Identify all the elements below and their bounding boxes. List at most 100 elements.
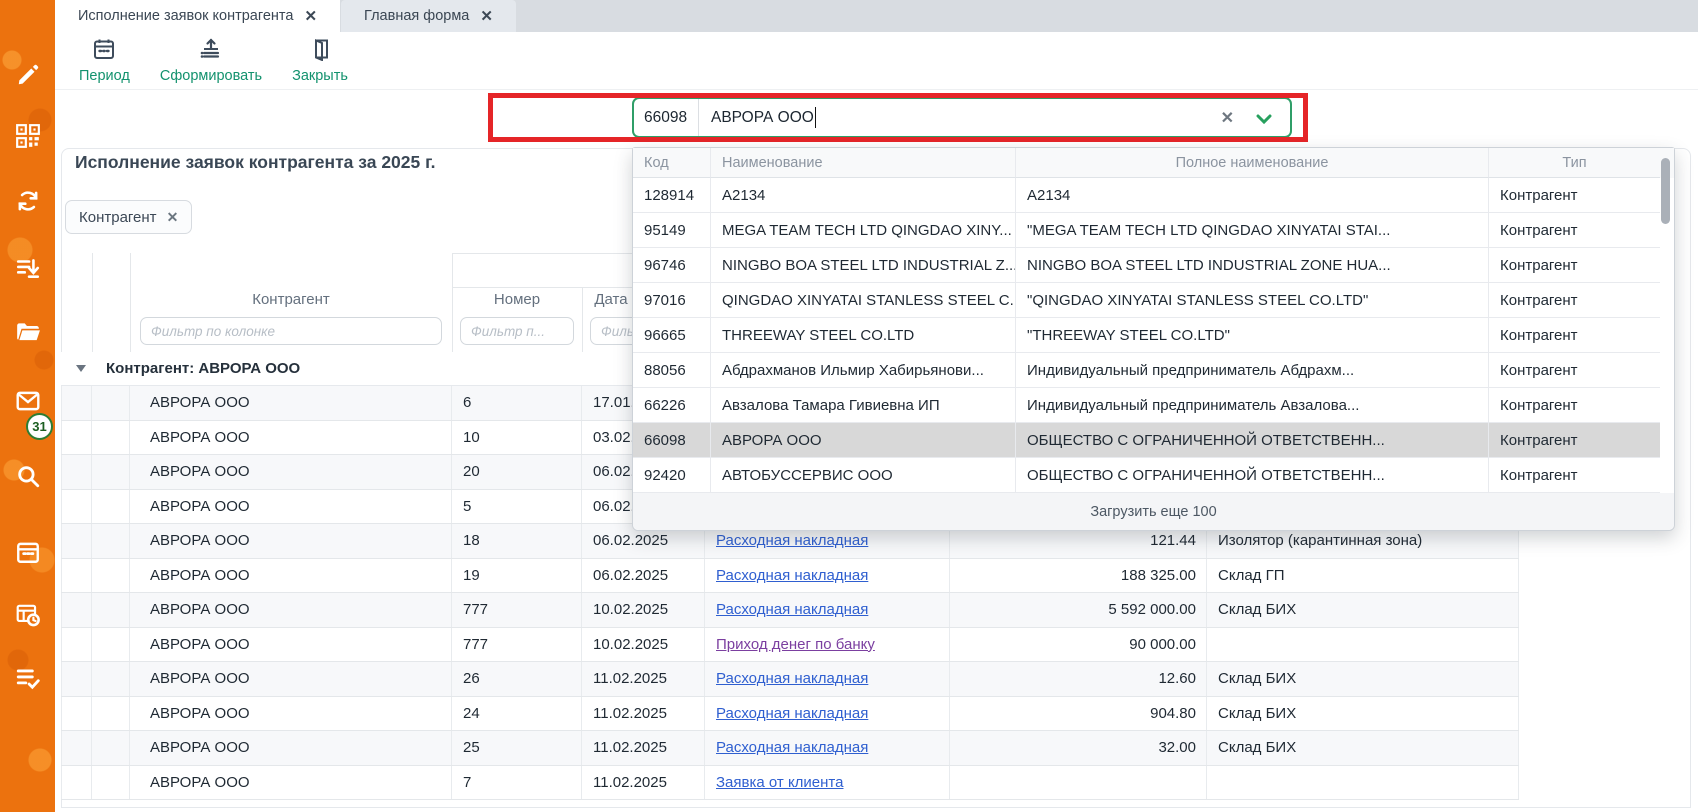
cell-counterparty: АВРОРА ООО [130, 559, 452, 593]
cell-date: 11.02.2025 [582, 662, 705, 696]
qr-code-icon[interactable] [15, 123, 41, 149]
cell-amount: 90 000.00 [950, 628, 1207, 662]
cell-warehouse: Склад БИХ [1207, 731, 1519, 765]
generate-icon [199, 37, 223, 66]
list-export-icon[interactable] [15, 255, 41, 281]
cell-counterparty: АВРОРА ООО [130, 421, 452, 455]
cell-counterparty: АВРОРА ООО [130, 593, 452, 627]
column-header-counterparty[interactable]: Контрагент [130, 291, 452, 308]
cell-amount [950, 766, 1207, 800]
cell-warehouse: Склад БИХ [1207, 662, 1519, 696]
cell-warehouse: Склад БИХ [1207, 593, 1519, 627]
number-filter-field[interactable] [460, 317, 574, 345]
tab-close-icon[interactable]: ✕ [480, 7, 493, 25]
cell-number: 7 [452, 766, 582, 800]
dropdown-row[interactable]: 88056Абдрахманов Ильмир Хабирьянови...Ин… [633, 353, 1674, 388]
dropdown-header-type[interactable]: Тип [1489, 148, 1660, 178]
generate-button[interactable]: Сформировать [160, 37, 262, 84]
cell-number: 10 [452, 421, 582, 455]
close-button[interactable]: Закрыть [292, 37, 348, 84]
counterparty-filter-input[interactable] [151, 324, 406, 339]
calendar-icon [92, 37, 116, 66]
period-button-label: Период [79, 68, 130, 84]
remove-grouping-icon[interactable]: ✕ [167, 209, 179, 226]
sidebar: 31 [0, 0, 55, 812]
mail-icon[interactable] [15, 388, 41, 414]
table-row[interactable]: АВРОРА ООО2611.02.2025Расходная накладна… [61, 662, 1519, 697]
cell-counterparty: АВРОРА ООО [130, 731, 452, 765]
document-link[interactable]: Расходная накладная [716, 601, 868, 618]
task-list-icon[interactable] [15, 665, 41, 691]
tab-execution-report[interactable]: Исполнение заявок контрагента ✕ [55, 0, 340, 32]
table-row[interactable]: АВРОРА ООО2411.02.2025Расходная накладна… [61, 697, 1519, 732]
document-link[interactable]: Расходная накладная [716, 567, 868, 584]
dropdown-row-selected[interactable]: 66098АВРОРА ООООБЩЕСТВО С ОГРАНИЧЕННОЙ О… [633, 423, 1674, 458]
search-icon[interactable] [15, 463, 41, 489]
cell-amount: 188 325.00 [950, 559, 1207, 593]
table-row[interactable]: АВРОРА ООО711.02.2025Заявка от клиента [61, 766, 1519, 801]
dropdown-row[interactable]: 96665THREEWAY STEEL CO.LTD"THREEWAY STEE… [633, 318, 1674, 353]
cell-counterparty: АВРОРА ООО [130, 524, 452, 558]
dropdown-row[interactable]: 96746NINGBO BOA STEEL LTD INDUSTRIAL Z..… [633, 248, 1674, 283]
dropdown-header: Код Наименование Полное наименование Тип [633, 148, 1674, 178]
text-cursor [815, 107, 817, 128]
cell-date: 11.02.2025 [582, 731, 705, 765]
document-link[interactable]: Расходная накладная [716, 705, 868, 722]
cell-date: 10.02.2025 [582, 628, 705, 662]
dropdown-header-name[interactable]: Наименование [711, 148, 1016, 178]
collapse-triangle-icon[interactable] [76, 365, 86, 372]
document-link[interactable]: Расходная накладная [716, 670, 868, 687]
table-row[interactable]: АВРОРА ООО77710.02.2025Расходная накладн… [61, 593, 1519, 628]
cell-number: 25 [452, 731, 582, 765]
period-button[interactable]: Период [79, 37, 130, 84]
counterparty-combo[interactable]: 66098 АВРОРА ООО ✕ [632, 97, 1292, 138]
cell-number: 777 [452, 628, 582, 662]
tab-label: Исполнение заявок контрагента [78, 8, 293, 24]
dropdown-scrollbar[interactable] [1661, 158, 1670, 224]
cell-counterparty: АВРОРА ООО [130, 662, 452, 696]
counterparty-dropdown: Код Наименование Полное наименование Тип… [632, 147, 1675, 531]
cell-number: 6 [452, 386, 582, 420]
dropdown-row[interactable]: 97016QINGDAO XINYATAI STANLESS STEEL C..… [633, 283, 1674, 318]
document-link[interactable]: Заявка от клиента [716, 774, 843, 791]
report-title: Исполнение заявок контрагента за 2025 г. [75, 152, 436, 173]
number-filter-input[interactable] [471, 324, 566, 339]
dropdown-row[interactable]: 95149MEGA TEAM TECH LTD QINGDAO XINY..."… [633, 213, 1674, 248]
close-button-label: Закрыть [292, 68, 348, 84]
dropdown-row[interactable]: 66226Авзалова Тамара Гивиевна ИПИндивиду… [633, 388, 1674, 423]
cell-amount: 5 592 000.00 [950, 593, 1207, 627]
folder-open-icon[interactable] [15, 319, 41, 345]
dropdown-row[interactable]: 128914A2134A2134Контрагент [633, 178, 1674, 213]
column-header-number[interactable]: Номер [452, 291, 582, 308]
grouping-chip[interactable]: Контрагент ✕ [65, 200, 192, 234]
counterparty-filter-field[interactable] [140, 317, 442, 345]
document-link[interactable]: Расходная накладная [716, 532, 868, 549]
table-row[interactable]: АВРОРА ООО1906.02.2025Расходная накладна… [61, 559, 1519, 594]
table-row[interactable]: АВРОРА ООО2511.02.2025 Расходная накладна… [61, 731, 1519, 766]
cell-warehouse [1207, 766, 1519, 800]
chevron-down-icon[interactable] [1256, 112, 1272, 130]
document-link[interactable]: Приход денег по банку [716, 636, 875, 653]
dropdown-header-fullname[interactable]: Полное наименование [1016, 148, 1489, 178]
counterparty-code-value[interactable]: 66098 [634, 109, 698, 127]
cell-counterparty: АВРОРА ООО [130, 697, 452, 731]
dropdown-row[interactable]: 92420АВТОБУССЕРВИС ООООБЩЕСТВО С ОГРАНИЧ… [633, 458, 1674, 493]
tab-close-icon[interactable]: ✕ [304, 7, 317, 25]
calendar-icon[interactable] [15, 539, 41, 565]
cell-counterparty: АВРОРА ООО [130, 628, 452, 662]
pencil-icon[interactable] [15, 62, 41, 88]
mail-badge: 31 [26, 413, 53, 440]
dropdown-header-code[interactable]: Код [633, 148, 711, 178]
load-more-button[interactable]: Загрузить еще 100 [633, 493, 1674, 530]
tab-main-form[interactable]: Главная форма ✕ [341, 0, 516, 32]
clear-icon[interactable]: ✕ [1221, 108, 1234, 128]
generate-button-label: Сформировать [160, 68, 262, 84]
document-link[interactable]: Расходная накладная [716, 739, 868, 756]
counterparty-name-value[interactable]: АВРОРА ООО [699, 109, 814, 127]
column-header-date[interactable]: Дата [586, 291, 636, 308]
cell-date: 10.02.2025 [582, 593, 705, 627]
grouping-chip-label: Контрагент [79, 209, 157, 226]
schedule-table-icon[interactable] [15, 602, 41, 628]
sync-icon[interactable] [15, 188, 41, 214]
table-row[interactable]: АВРОРА ООО77710.02.2025 Приход денег по б… [61, 628, 1519, 663]
